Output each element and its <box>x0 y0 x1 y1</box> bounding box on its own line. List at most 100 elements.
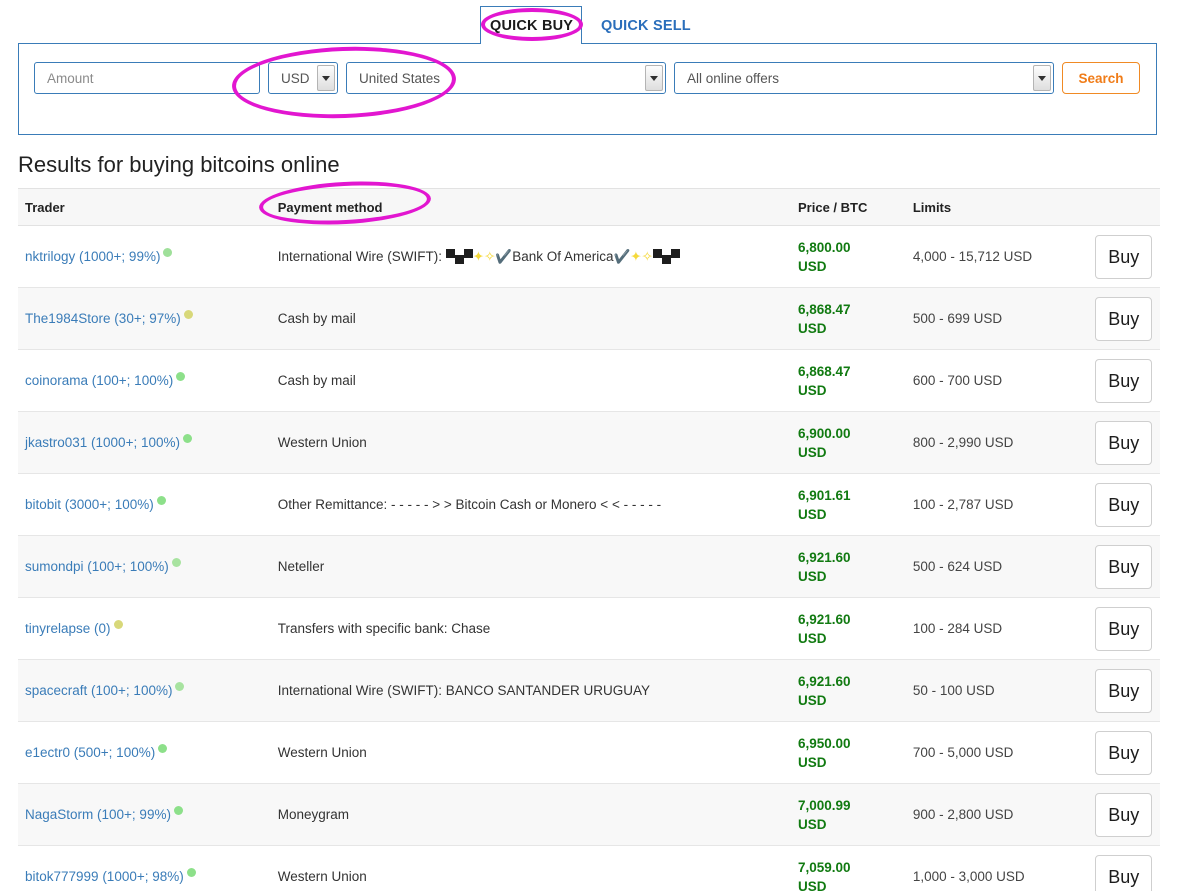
price-currency: USD <box>798 568 827 584</box>
price-currency: USD <box>798 630 827 646</box>
cell-action: Buy <box>1087 535 1160 598</box>
trader-status-dot <box>163 248 173 257</box>
country-select[interactable]: United States <box>346 62 666 94</box>
trader-link[interactable]: bitobit (3000+; 100%) <box>25 497 154 512</box>
price-currency: USD <box>798 754 827 770</box>
search-button[interactable]: Search <box>1062 62 1140 94</box>
trader-link[interactable]: NagaStorm (100+; 99%) <box>25 807 171 822</box>
chevron-down-icon[interactable] <box>645 65 663 91</box>
price-currency: USD <box>798 258 827 274</box>
price-value: 6,868.47 <box>798 301 851 317</box>
price-currency: USD <box>798 878 827 891</box>
payment-method-text: Cash by mail <box>277 373 356 388</box>
currency-select[interactable]: USD <box>268 62 338 94</box>
decorative-emoji-run: ✦✧✔️ <box>445 249 512 265</box>
trader-status-dot <box>113 620 123 629</box>
buy-button[interactable]: Buy <box>1095 792 1153 837</box>
price-currency: USD <box>798 320 827 336</box>
cell-payment-method: Neteller <box>270 535 792 598</box>
price-currency: USD <box>798 382 827 398</box>
buy-button[interactable]: Buy <box>1095 482 1153 527</box>
buy-button[interactable]: Buy <box>1095 544 1153 589</box>
cell-action: Buy <box>1087 597 1160 660</box>
payment-method-text: International Wire (SWIFT): <box>277 248 446 264</box>
currency-select-value: USD <box>281 70 310 86</box>
cell-action: Buy <box>1087 783 1160 846</box>
table-row: nktrilogy (1000+; 99%) International Wire… <box>18 225 1160 288</box>
payment-method-text: Transfers with specific bank: Chase <box>277 621 491 636</box>
cell-price: 6,921.60 USD <box>791 659 906 722</box>
trader-link[interactable]: The1984Store (30+; 97%) <box>25 311 181 326</box>
table-header-row: Trader Payment method Price / BTC Limits <box>18 188 1160 226</box>
buy-button[interactable]: Buy <box>1095 420 1153 465</box>
cell-limits: 800 - 2,990 USD <box>905 411 1088 474</box>
trader-status-dot <box>186 868 196 877</box>
cell-payment-method: Transfers with specific bank: Chase <box>270 597 792 660</box>
buy-button[interactable]: Buy <box>1095 358 1153 403</box>
chevron-down-icon[interactable] <box>1033 65 1051 91</box>
cell-payment-method: Western Union <box>270 845 792 891</box>
buy-button[interactable]: Buy <box>1095 234 1153 279</box>
tab-quick-sell[interactable]: QUICK SELL <box>601 18 691 34</box>
price-value: 7,000.99 <box>798 797 851 813</box>
trader-link[interactable]: coinorama (100+; 100%) <box>25 373 173 388</box>
cell-trader: nktrilogy (1000+; 99%) <box>18 225 271 288</box>
table-row: spacecraft (100+; 100%) International Wir… <box>18 659 1160 722</box>
table-row: NagaStorm (100+; 99%) Moneygram 7,000.99 US… <box>18 783 1160 846</box>
offers-table-body: nktrilogy (1000+; 99%) International Wire… <box>18 225 1160 891</box>
cell-action: Buy <box>1087 349 1160 412</box>
amount-input[interactable]: Amount <box>34 62 260 94</box>
column-header-price: Price / BTC <box>791 188 906 226</box>
column-header-trader: Trader <box>18 188 271 226</box>
price-currency: USD <box>798 692 827 708</box>
payment-method-text: Neteller <box>277 559 325 574</box>
buy-button[interactable]: Buy <box>1095 606 1153 651</box>
trader-link[interactable]: spacecraft (100+; 100%) <box>25 683 172 698</box>
cell-trader: NagaStorm (100+; 99%) <box>18 783 271 846</box>
payment-method-text: Western Union <box>277 745 367 760</box>
payment-method-text: International Wire (SWIFT): BANCO SANTAN… <box>277 683 651 698</box>
cell-trader: tinyrelapse (0) <box>18 597 271 660</box>
chevron-down-icon[interactable] <box>317 65 335 91</box>
buy-button[interactable]: Buy <box>1095 854 1153 891</box>
cell-payment-method: Cash by mail <box>270 287 792 350</box>
tab-quick-buy[interactable]: QUICK BUY <box>490 18 573 34</box>
table-row: sumondpi (100+; 100%) Neteller 6,921.60 USD… <box>18 535 1160 598</box>
trader-link[interactable]: sumondpi (100+; 100%) <box>25 559 169 574</box>
cell-limits: 100 - 2,787 USD <box>905 473 1088 536</box>
cell-price: 6,900.00 USD <box>791 411 906 474</box>
search-panel: QUICK BUY QUICK SELL Amount USD United S… <box>18 6 1157 135</box>
payment-method-text: Other Remittance: - - - - - > > Bitcoin … <box>277 497 662 512</box>
cell-trader: jkastro031 (1000+; 100%) <box>18 411 271 474</box>
buy-button[interactable]: Buy <box>1095 730 1153 775</box>
cell-price: 6,868.47 USD <box>791 287 906 350</box>
table-row: jkastro031 (1000+; 100%) Western Union 6,9… <box>18 411 1160 474</box>
results-title: Results for buying bitcoins online <box>18 152 340 177</box>
trader-status-dot <box>175 682 185 691</box>
price-value: 7,059.00 <box>798 859 851 875</box>
table-row: coinorama (100+; 100%) Cash by mail 6,868.… <box>18 349 1160 412</box>
cell-payment-method: Western Union <box>270 411 792 474</box>
price-currency: USD <box>798 816 827 832</box>
payment-method-text: Western Union <box>277 869 367 884</box>
trader-status-dot <box>183 310 193 319</box>
cell-price: 6,950.00 USD <box>791 721 906 784</box>
table-row: bitobit (3000+; 100%) Other Remittance: -… <box>18 473 1160 536</box>
trader-link[interactable]: nktrilogy (1000+; 99%) <box>25 249 160 264</box>
cell-payment-method: Western Union <box>270 721 792 784</box>
cell-limits: 100 - 284 USD <box>905 597 1088 660</box>
column-header-action <box>1087 188 1160 226</box>
offer-type-select[interactable]: All online offers <box>674 62 1054 94</box>
cell-price: 7,000.99 USD <box>791 783 906 846</box>
cell-trader: The1984Store (30+; 97%) <box>18 287 271 350</box>
trader-status-dot <box>158 744 168 753</box>
buy-button[interactable]: Buy <box>1095 296 1153 341</box>
cell-trader: bitobit (3000+; 100%) <box>18 473 271 536</box>
buy-button[interactable]: Buy <box>1095 668 1153 713</box>
trader-link[interactable]: jkastro031 (1000+; 100%) <box>25 435 180 450</box>
cell-price: 6,800.00 USD <box>791 225 906 288</box>
offers-table-head: Trader Payment method Price / BTC Limits <box>18 188 1160 226</box>
trader-link[interactable]: bitok777999 (1000+; 98%) <box>25 869 184 884</box>
trader-link[interactable]: e1ectr0 (500+; 100%) <box>25 745 155 760</box>
trader-link[interactable]: tinyrelapse (0) <box>25 621 111 636</box>
